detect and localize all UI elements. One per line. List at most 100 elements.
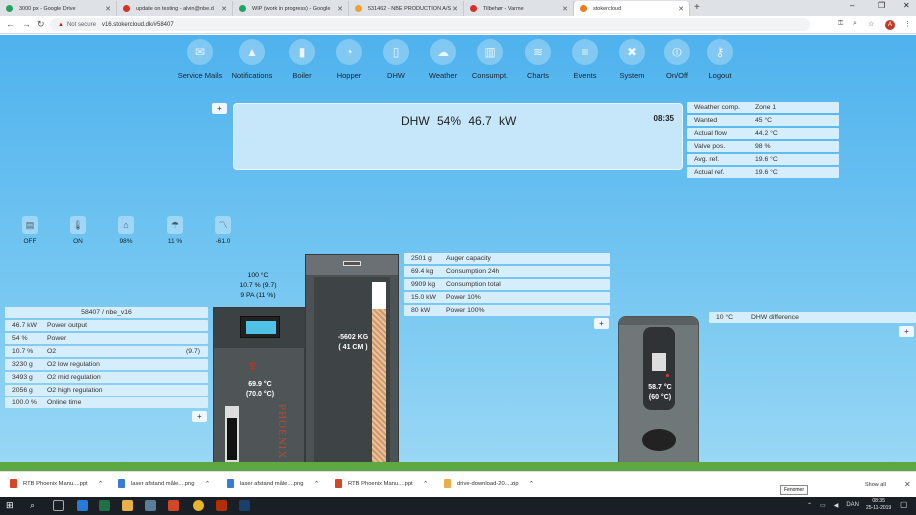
star-icon[interactable]: ☆ xyxy=(868,20,874,28)
tab-stokercloud[interactable]: stokercloud ✕ xyxy=(574,1,690,16)
download-item[interactable]: drive-download-20....zip ⌃ xyxy=(444,479,534,488)
nav-logout[interactable]: ⚷ Logout xyxy=(690,39,750,80)
maximize-button[interactable]: ❐ xyxy=(878,1,885,10)
edge-icon[interactable] xyxy=(77,500,88,511)
notifications-icon[interactable]: ▢ xyxy=(900,500,911,511)
nbe-icon xyxy=(355,5,362,12)
add-plant-row-button[interactable]: + xyxy=(192,411,207,422)
powerpoint-icon[interactable] xyxy=(168,500,179,511)
photoshop-icon[interactable] xyxy=(239,500,250,511)
chevron-up-icon[interactable]: ⌃ xyxy=(423,480,429,488)
boiler-icon: ▮ xyxy=(289,39,315,65)
hopper-handle xyxy=(343,261,361,266)
boiler-brand: PHOENIX xyxy=(276,404,288,460)
taskbar: ⊞ ⌕ ⌃ ▭ ◀ DAN 08:35 25-11-2019 ▢ xyxy=(0,497,916,515)
windows-start-icon[interactable]: ⊞ xyxy=(6,500,17,511)
network-icon[interactable]: ▭ xyxy=(820,502,826,509)
close-window-button[interactable]: ✕ xyxy=(903,1,910,10)
tools-icon: ✖ xyxy=(619,39,645,65)
google-drive-icon xyxy=(6,5,13,12)
close-icon[interactable]: ✕ xyxy=(337,5,343,13)
close-icon[interactable]: ✕ xyxy=(562,5,568,13)
volume-icon[interactable]: ◀ xyxy=(834,502,839,509)
search-icon[interactable]: ⌕ xyxy=(30,500,41,511)
tank-top xyxy=(619,317,698,325)
status-house[interactable]: ⌂ 98% xyxy=(111,216,141,245)
forward-button[interactable]: → xyxy=(22,19,31,29)
key-icon[interactable]: ⚿ xyxy=(838,20,843,28)
chevron-up-icon[interactable]: ⌃ xyxy=(204,480,210,488)
tab-tilbehor[interactable]: Tilbehør - Varme ✕ xyxy=(464,1,574,16)
store-icon[interactable] xyxy=(145,500,156,511)
boiler-door-window xyxy=(227,418,237,460)
close-icon[interactable]: ✕ xyxy=(221,5,227,13)
download-item[interactable]: laser afstand måle....png ⌃ xyxy=(227,479,319,488)
download-item[interactable]: laser afstand måle....png ⌃ xyxy=(118,479,210,488)
zoom-icon[interactable]: ⌕ xyxy=(853,20,857,28)
excel-icon[interactable] xyxy=(99,500,110,511)
status-thermometer[interactable]: 🌡 ON xyxy=(63,216,93,245)
add-hopper-stat-button[interactable]: + xyxy=(594,318,609,329)
chevron-up-icon[interactable]: ⌃ xyxy=(529,480,535,488)
tooltip: Fenomer xyxy=(780,485,809,495)
new-tab-button[interactable]: + xyxy=(694,2,700,13)
language-indicator[interactable]: DAN xyxy=(846,502,859,509)
explorer-icon[interactable] xyxy=(122,500,133,511)
hopper-illustration[interactable]: -5602 KG ( 41 CM ) xyxy=(305,254,399,470)
avatar[interactable]: A xyxy=(885,20,895,30)
chevron-up-icon[interactable]: ⌃ xyxy=(313,480,319,488)
tab-google-drive[interactable]: 3000 px - Google Drive ✕ xyxy=(0,1,117,16)
download-item[interactable]: RTB Phoenix Manu....ppt ⌃ xyxy=(10,479,104,488)
add-dhw-row-button[interactable]: + xyxy=(899,326,914,337)
power-icon: ⏼ xyxy=(664,39,690,65)
boiler-control-panel xyxy=(240,316,280,338)
weather-row: Valve pos. 98 % xyxy=(687,141,839,152)
tank-hatch xyxy=(642,429,676,451)
download-item[interactable]: RTB Phoenix Manu....ppt ⌃ xyxy=(335,479,429,488)
show-all-button[interactable]: Show all xyxy=(865,482,886,488)
tab-gmail[interactable]: update on testing - alvin@nbe.d ✕ xyxy=(117,1,233,16)
chrome-icon[interactable] xyxy=(193,500,204,511)
back-button[interactable]: ← xyxy=(6,19,15,29)
task-view-icon[interactable] xyxy=(53,500,64,511)
boiler-illustration[interactable]: ♆ 69.9 °C (70.0 °C) PHOENIX xyxy=(213,307,306,470)
menu-icon[interactable]: ⋮ xyxy=(904,20,911,28)
status-weather[interactable]: ☂ 11 % xyxy=(160,216,190,245)
main-status-text: DHW 54% 46.7 kW xyxy=(401,114,517,128)
nav-service-mails[interactable]: ✉ Service Mails xyxy=(170,39,230,80)
url-text[interactable]: v16.stokercloud.dk/#58407 xyxy=(102,22,174,28)
weather-row: Wanted 45 °C xyxy=(687,115,839,126)
boiler-door xyxy=(225,406,239,462)
plant-title: 58407 / nbe_v16 xyxy=(5,307,208,318)
taskbar-clock[interactable]: 08:35 25-11-2019 xyxy=(866,498,891,512)
gmail-icon xyxy=(123,5,130,12)
heater-icon: ▤ xyxy=(22,216,38,234)
tab-nbe-production[interactable]: 531462 - NBE PRODUCTION A/S ✕ xyxy=(349,1,464,16)
gauge-icon: ◔ xyxy=(336,39,362,65)
close-icon[interactable]: ✕ xyxy=(105,5,111,13)
zip-file-icon xyxy=(444,479,451,488)
clock: 08:35 xyxy=(653,114,674,123)
wind-icon: 〽 xyxy=(215,216,231,234)
flame-icon xyxy=(580,5,587,12)
boiler-temperature: 69.9 °C (70.0 °C) xyxy=(245,381,275,398)
status-wind[interactable]: 〽 -61.0 xyxy=(208,216,238,245)
plant-row: 2056 g O2 high regulation xyxy=(5,385,208,396)
reload-button[interactable]: ↻ xyxy=(37,19,45,30)
ppt-file-icon xyxy=(10,479,17,488)
add-widget-button[interactable]: + xyxy=(212,103,227,114)
dhw-diff-row: 10 °C DHW difference xyxy=(709,312,916,323)
minimize-button[interactable]: – xyxy=(850,1,854,10)
close-icon[interactable]: ✕ xyxy=(452,5,458,13)
not-secure-label[interactable]: Not secure xyxy=(67,22,96,28)
chevron-up-icon[interactable]: ⌃ xyxy=(98,480,104,488)
plant-row: 54 % Power xyxy=(5,333,208,344)
illustrator-icon[interactable] xyxy=(216,500,227,511)
status-heater[interactable]: ▤ OFF xyxy=(15,216,45,245)
close-icon[interactable]: ✕ xyxy=(904,480,911,489)
chevron-up-icon[interactable]: ⌃ xyxy=(807,502,812,509)
url-input[interactable]: ▲ Not secure v16.stokercloud.dk/#58407 xyxy=(50,18,810,31)
close-icon[interactable]: ✕ xyxy=(678,5,684,13)
tab-wip-drive[interactable]: WIP (work in progress) - Google ✕ xyxy=(233,1,349,16)
dhw-tank-illustration[interactable]: 58.7 °C (60 °C) xyxy=(618,316,699,470)
